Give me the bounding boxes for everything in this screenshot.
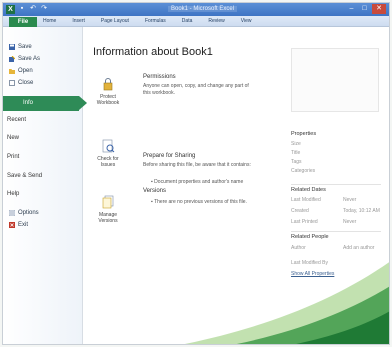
last-modified-by-label: Last Modified By — [291, 260, 328, 266]
minimize-button[interactable]: – — [346, 4, 357, 14]
info-panel: Information about Book1 Protect Workbook… — [91, 27, 389, 344]
page-title: Information about Book1 — [93, 46, 213, 58]
prepare-sharing-bullet: ▪ Document properties and author's name — [151, 179, 251, 186]
author-label: Author — [291, 245, 306, 251]
ribbon-tab-bar: File Home Insert Page Layout Formulas Da… — [3, 16, 389, 27]
prepare-sharing-desc: Before sharing this file, be aware that … — [143, 162, 251, 168]
check-issues-icon — [101, 139, 115, 153]
divider — [291, 184, 381, 185]
related-dates-header: Related Dates — [291, 187, 326, 193]
protect-workbook-button[interactable]: Protect Workbook — [91, 77, 125, 117]
divider — [291, 231, 381, 232]
tab-file[interactable]: File — [9, 17, 37, 27]
quick-access-toolbar: ▪ ↶ ↷ — [18, 5, 48, 13]
last-modified-value: Never — [343, 197, 357, 203]
document-thumbnail — [291, 48, 379, 112]
manage-versions-button[interactable]: Manage Versions — [91, 195, 125, 235]
permissions-desc: Anyone can open, copy, and change any pa… — [143, 83, 249, 96]
versions-bullet: ▪ There are no previous versions of this… — [151, 199, 251, 206]
prepare-sharing-title: Prepare for Sharing — [143, 153, 196, 159]
author-value[interactable]: Add an author — [343, 245, 374, 251]
backstage-nav: Save Save As Open Close Info Recent New … — [3, 27, 87, 344]
nav-options-label: Options — [18, 209, 39, 216]
check-for-issues-button[interactable]: Check for Issues — [91, 139, 125, 179]
nav-open[interactable]: Open — [9, 65, 33, 76]
nav-save-and-send[interactable]: Save & Send — [7, 173, 42, 179]
close-doc-icon — [9, 79, 15, 86]
tab-view[interactable]: View — [241, 18, 252, 24]
last-printed-value: Never — [343, 219, 357, 225]
tab-data[interactable]: Data — [182, 18, 193, 24]
manage-versions-label: Manage Versions — [98, 212, 118, 224]
nav-close-label: Close — [18, 79, 34, 86]
tab-insert[interactable]: Insert — [72, 18, 85, 24]
show-all-properties-link[interactable]: Show All Properties — [291, 271, 334, 277]
nav-new[interactable]: New — [7, 135, 19, 141]
excel-logo-icon: X — [6, 5, 15, 14]
last-modified-label: Last Modified — [291, 197, 321, 203]
save-icon — [9, 43, 15, 50]
maximize-button[interactable]: □ — [359, 4, 370, 14]
title-bar: X ▪ ↶ ↷ Book1 - Microsoft Excel – □ ✕ — [3, 3, 389, 16]
open-folder-icon — [9, 68, 15, 74]
nav-exit[interactable]: Exit — [9, 219, 28, 230]
tab-page-layout[interactable]: Page Layout — [101, 18, 129, 24]
properties-header[interactable]: Properties — [291, 131, 316, 137]
tab-review[interactable]: Review — [208, 18, 224, 24]
save-icon[interactable]: ▪ — [18, 5, 26, 13]
options-icon — [8, 209, 16, 216]
nav-help[interactable]: Help — [7, 191, 19, 197]
versions-icon — [101, 195, 115, 209]
created-label: Created — [291, 208, 309, 214]
properties-pane: Properties Size Title Tags Categories Re… — [287, 27, 389, 344]
undo-icon[interactable]: ↶ — [29, 5, 37, 13]
window-title: Book1 - Microsoft Excel — [168, 6, 238, 12]
nav-open-label: Open — [18, 67, 33, 74]
exit-icon — [9, 221, 15, 228]
nav-exit-label: Exit — [18, 221, 29, 228]
excel-window: X ▪ ↶ ↷ Book1 - Microsoft Excel – □ ✕ Fi… — [2, 2, 390, 345]
property-tags: Tags — [291, 159, 302, 165]
nav-recent[interactable]: Recent — [7, 117, 26, 123]
nav-close[interactable]: Close — [9, 77, 33, 88]
property-title: Title — [291, 150, 301, 156]
close-button[interactable]: ✕ — [372, 4, 386, 14]
created-value: Today, 10:12 AM — [343, 208, 380, 214]
ribbon-tabs: Home Insert Page Layout Formulas Data Re… — [43, 18, 252, 24]
nav-print[interactable]: Print — [7, 154, 19, 160]
versions-title: Versions — [143, 188, 167, 194]
protect-workbook-label: Protect Workbook — [96, 94, 120, 106]
permissions-title: Permissions — [143, 74, 176, 80]
nav-info-active[interactable]: Info — [3, 96, 87, 111]
nav-save-as[interactable]: Save As — [9, 53, 40, 64]
related-people-header: Related People — [291, 234, 329, 240]
redo-icon[interactable]: ↷ — [40, 5, 48, 13]
check-for-issues-label: Check for Issues — [97, 156, 119, 168]
versions-bullet-text: There are no previous versions of this f… — [154, 199, 247, 205]
nav-save[interactable]: Save — [9, 41, 32, 52]
save-as-icon — [9, 55, 16, 62]
nav-save-as-label: Save As — [18, 55, 41, 62]
nav-options[interactable]: Options — [8, 207, 39, 218]
property-size: Size — [291, 141, 301, 147]
tab-home[interactable]: Home — [43, 18, 56, 24]
nav-save-label: Save — [18, 43, 32, 50]
window-controls: – □ ✕ — [346, 4, 386, 14]
lock-icon — [101, 77, 115, 91]
prepare-sharing-bullet-text: Document properties and author's name — [154, 179, 244, 185]
tab-formulas[interactable]: Formulas — [145, 18, 166, 24]
property-categories: Categories — [291, 168, 316, 174]
last-printed-label: Last Printed — [291, 219, 318, 225]
